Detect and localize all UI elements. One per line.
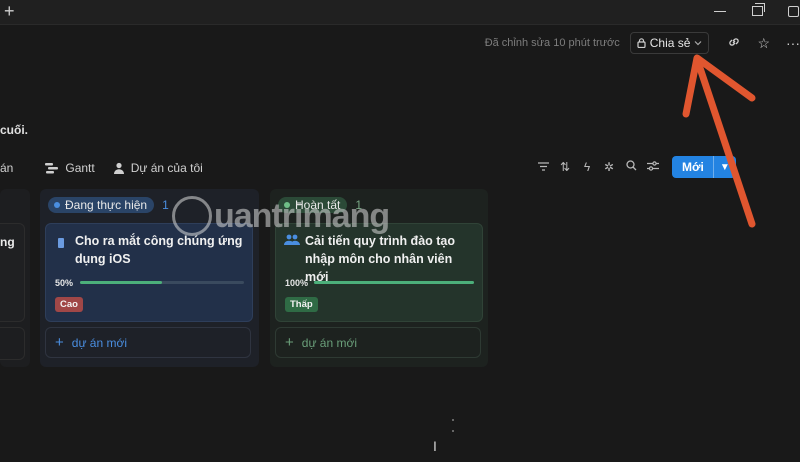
annotation-arrow-icon [682,54,756,228]
speck [452,430,454,432]
text-cursor-icon: I [433,438,437,454]
speck [452,419,454,421]
